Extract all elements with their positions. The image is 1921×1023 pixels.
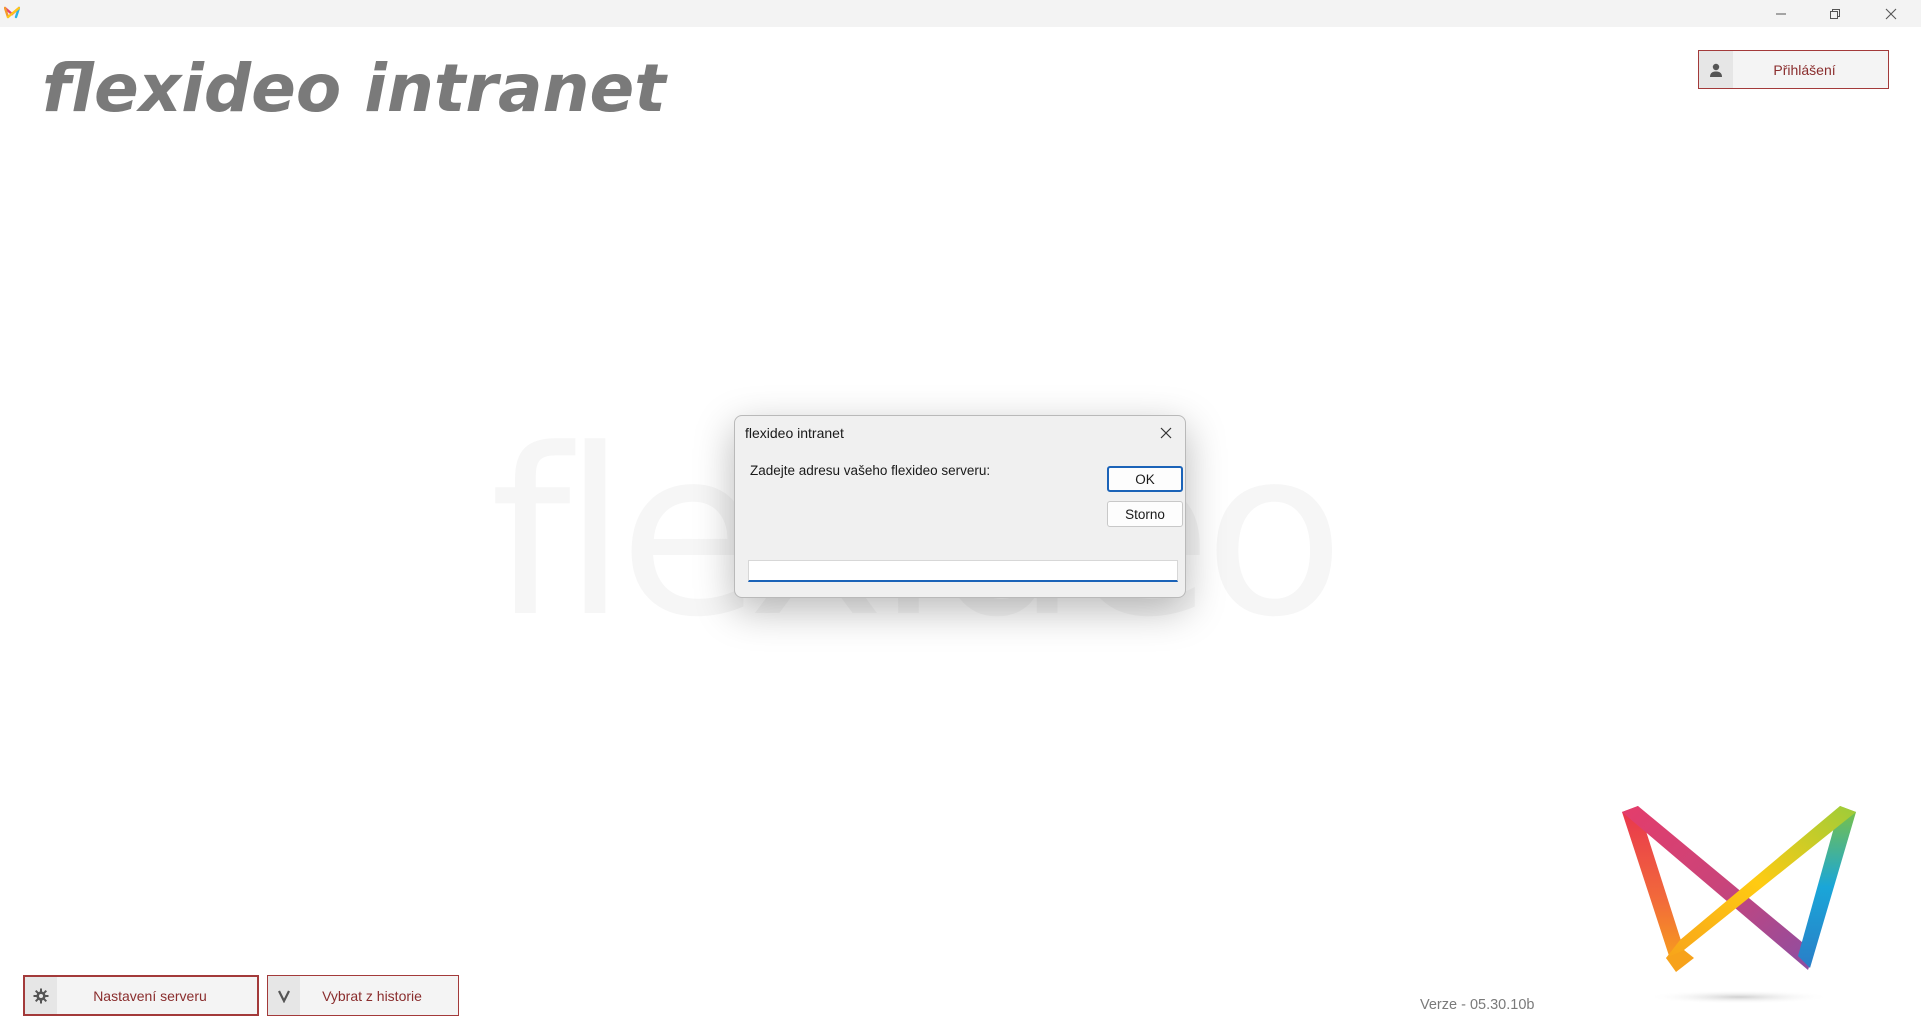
history-button[interactable]: Vybrat z historie [267,975,459,1016]
restore-button[interactable] [1808,0,1862,27]
gear-icon [25,977,57,1014]
server-settings-label: Nastavení serveru [93,987,207,1004]
title-bar[interactable] [0,0,1921,27]
server-address-dialog: flexideo intranet Zadejte adresu vašeho … [734,415,1186,598]
dialog-title: flexideo intranet [745,425,844,441]
history-label: Vybrat z historie [322,987,422,1004]
cancel-button[interactable]: Storno [1107,501,1183,527]
dialog-close-button[interactable] [1155,422,1177,444]
login-button-label: Přihlášení [1773,61,1836,78]
flexideo-logo-icon [4,6,20,19]
ok-button[interactable]: OK [1107,466,1183,492]
app-window: flexideo intranet Přihlášení flexideo fl… [0,0,1921,1023]
dialog-prompt: Zadejte adresu vašeho flexideo serveru: [750,463,991,478]
user-icon [1699,51,1733,88]
close-window-button[interactable] [1864,0,1918,27]
app-title: flexideo intranet [42,50,666,127]
server-settings-button[interactable]: Nastavení serveru [23,975,259,1016]
flexideo-logo [1622,806,1856,1004]
close-icon [1160,427,1172,439]
minimize-icon [1776,13,1786,14]
close-icon [1885,8,1897,19]
chevron-down-icon [268,976,300,1015]
login-button[interactable]: Přihlášení [1698,50,1889,89]
restore-icon [1830,8,1840,19]
version-label: Verze - 05.30.10b [1420,997,1535,1013]
minimize-button[interactable] [1754,0,1808,27]
server-address-input[interactable] [748,560,1178,582]
